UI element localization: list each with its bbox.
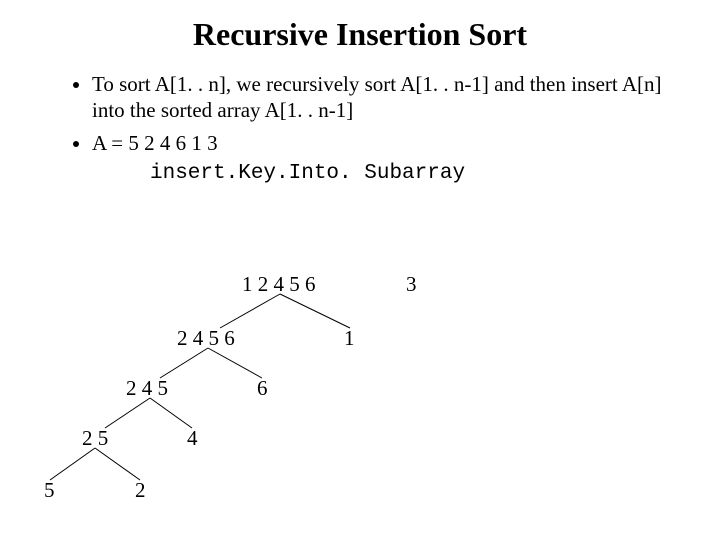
tree-node-1: 1 <box>344 326 355 351</box>
recursion-tree: 1 2 4 5 6 3 2 4 5 6 1 2 4 5 6 2 5 4 5 2 <box>0 16 720 556</box>
tree-node-6: 6 <box>257 376 268 401</box>
tree-node-5: 5 <box>44 478 55 503</box>
tree-node-4: 4 <box>187 426 198 451</box>
tree-edges <box>0 16 720 556</box>
tree-node-2456: 2 4 5 6 <box>177 326 235 351</box>
tree-node-245: 2 4 5 <box>126 376 168 401</box>
tree-node-3: 3 <box>406 272 417 297</box>
tree-node-2: 2 <box>135 478 146 503</box>
tree-node-25: 2 5 <box>82 426 108 451</box>
tree-node-12456: 1 2 4 5 6 <box>242 272 316 297</box>
